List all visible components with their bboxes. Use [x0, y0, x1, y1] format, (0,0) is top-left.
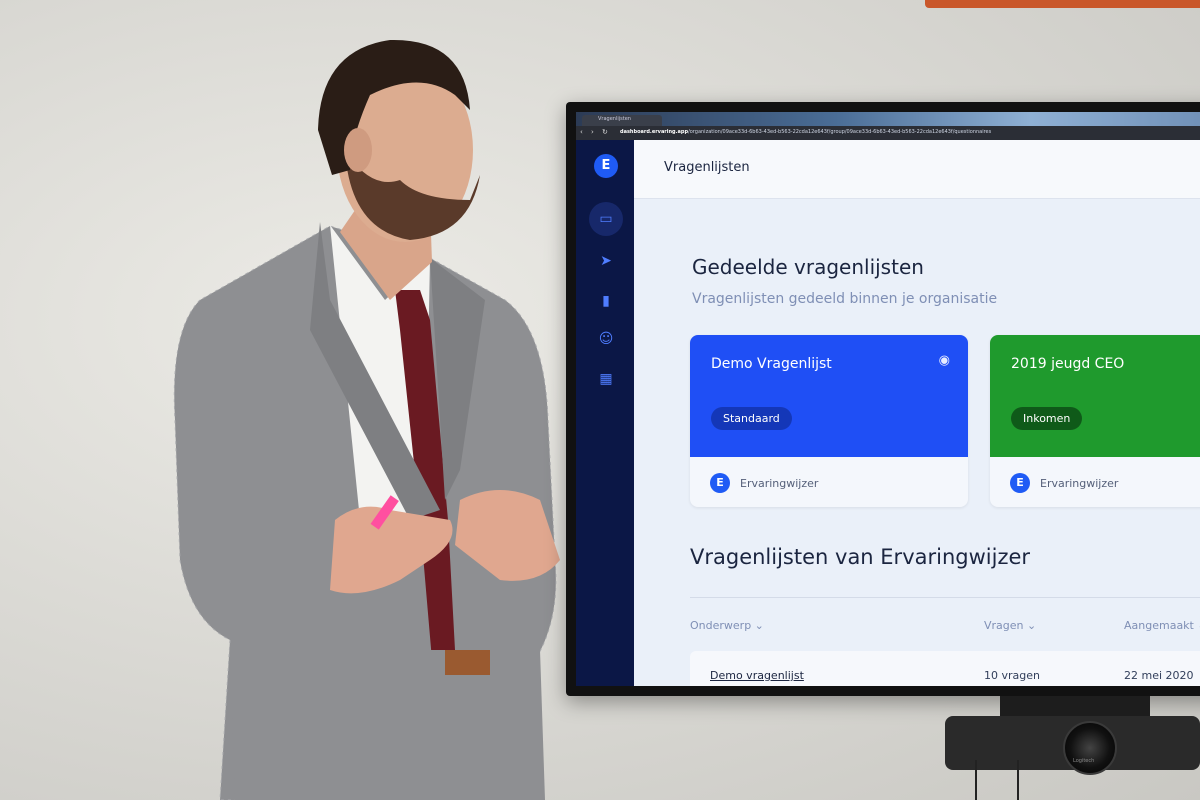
- questionnaire-card[interactable]: 2019 jeugd CEO Inkomen E Ervaringwijzer: [990, 335, 1200, 507]
- app-header: Vragenlijsten: [634, 140, 1200, 199]
- column-header-questions[interactable]: Vragen ⌄: [984, 619, 1036, 632]
- tv-monitor: Vragenlijsten ‹ › ↻ dashboard.ervaring.a…: [566, 102, 1200, 696]
- main-content: Gedeelde vragenlijsten Vragenlijsten ged…: [634, 199, 1200, 686]
- library-section-title: Vragenlijsten van Ervaringwijzer: [690, 545, 1031, 569]
- page-title: Vragenlijsten: [664, 160, 750, 175]
- eye-icon[interactable]: ◉: [939, 353, 950, 368]
- card-footer: E Ervaringwijzer: [710, 473, 818, 493]
- questionnaire-card[interactable]: Demo Vragenlijst ◉ Standaard E Ervaringw…: [690, 335, 968, 507]
- card-title: Demo Vragenlijst: [711, 356, 832, 372]
- cables: [975, 760, 1019, 800]
- browser-url[interactable]: dashboard.ervaring.app/organization/09ac…: [620, 129, 991, 135]
- browser-tab[interactable]: Vragenlijsten: [582, 115, 662, 126]
- grid-icon[interactable]: ▦: [593, 366, 619, 392]
- bar-chart-icon[interactable]: ▮: [593, 288, 619, 314]
- card-header: 2019 jeugd CEO Inkomen: [990, 335, 1200, 457]
- browser-address-bar: ‹ › ↻ dashboard.ervaring.app/organizatio…: [576, 126, 1200, 140]
- owner-name: Ervaringwijzer: [740, 476, 819, 490]
- browser-tab-title: Vragenlijsten: [598, 116, 631, 122]
- owner-name: Ervaringwijzer: [1040, 476, 1119, 490]
- url-path: /organization/09ace33d-6b63-43ed-b563-22…: [688, 129, 992, 135]
- camera-brand: Logitech: [1073, 758, 1095, 764]
- orange-frame-edge: [925, 0, 1200, 8]
- owner-logo: E: [710, 473, 730, 493]
- browser-tab-strip: Vragenlijsten: [576, 112, 1200, 126]
- shared-section-title: Gedeelde vragenlijsten: [692, 255, 924, 279]
- row-created: 22 mei 2020: [1124, 669, 1194, 682]
- browser-nav-icons[interactable]: ‹ › ↻: [580, 128, 611, 136]
- divider: [690, 597, 1200, 598]
- card-header: Demo Vragenlijst ◉ Standaard: [690, 335, 968, 457]
- card-tag: Inkomen: [1011, 407, 1083, 430]
- card-title: 2019 jeugd CEO: [1011, 356, 1125, 372]
- app-logo[interactable]: E: [594, 154, 618, 178]
- row-questions: 10 vragen: [984, 669, 1040, 682]
- column-header-subject[interactable]: Onderwerp ⌄: [690, 619, 764, 632]
- card-tag: Standaard: [711, 407, 792, 430]
- tv-mount-bracket: [1000, 696, 1150, 718]
- card-footer: E Ervaringwijzer: [1010, 473, 1118, 493]
- tv-screen: Vragenlijsten ‹ › ↻ dashboard.ervaring.a…: [576, 112, 1200, 686]
- owner-logo: E: [1010, 473, 1030, 493]
- camera-lens: [1063, 721, 1117, 775]
- presenter-illustration: [173, 39, 560, 800]
- shared-section-subtitle: Vragenlijsten gedeeld binnen je organisa…: [692, 291, 998, 307]
- row-subject-link[interactable]: Demo vragenlijst: [710, 669, 804, 682]
- app-sidebar: E ▭ ➤ ▮ ☺ ▦: [576, 140, 634, 686]
- users-icon[interactable]: ☺: [593, 326, 619, 352]
- send-icon[interactable]: ➤: [593, 248, 619, 274]
- inbox-icon[interactable]: ▭: [589, 202, 623, 236]
- column-header-created[interactable]: Aangemaakt ⌄: [1124, 619, 1200, 632]
- url-host: dashboard.ervaring.app: [620, 129, 689, 135]
